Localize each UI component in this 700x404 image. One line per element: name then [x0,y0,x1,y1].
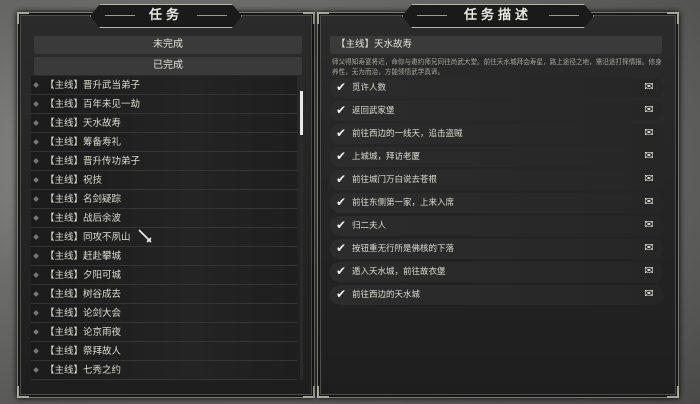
objective-label: 上城城，拜访老厦 [352,152,421,162]
quest-list-item[interactable]: 【主线】同攻不夙山 [31,228,297,247]
checkmark-icon: ✔ [335,287,347,301]
objective-label: 遁入天水城，前往故衣堡 [352,267,446,277]
quest-panel-title: 任务 [90,4,242,28]
tab-incomplete[interactable]: 未完成 [34,36,302,54]
objective-label: 前往城门万白说去苍根 [352,175,438,185]
quest-list-item[interactable]: 【主线】百年未见一劫 [31,95,297,114]
scroll-icon[interactable]: ✉ [642,241,656,255]
objective-item: ✔ 前往西边的一线天，追击盗贼 ✉ [330,124,664,144]
quest-list-item[interactable]: 【主线】祭拜故人 [31,342,297,361]
checkmark-icon: ✔ [335,172,347,186]
scroll-icon[interactable]: ✉ [642,149,656,163]
quest-list-item[interactable]: 【主线】名剑疑踪 [31,190,297,209]
objective-item: ✔ 遁入天水城，前往故衣堡 ✉ [330,262,664,282]
objective-item: ✔ 按钮重无行所是佛核的下落 ✉ [330,239,664,259]
quest-list-panel: 任务 未完成 已完成 【主线】晋升武当弟子 【主线】百年未见一劫 【主线】天水故寿【… [17,12,315,398]
objective-item: ✔ 觅许人数 ✉ [330,78,664,98]
quest-list-item[interactable]: 【主线】赶赴攀城 [31,247,297,266]
selected-quest-title: 【主线】天水故寿 [330,36,662,54]
checkmark-icon: ✔ [335,218,347,232]
objective-item: ✔ 前往城门万白说去苍根 ✉ [330,170,664,190]
quest-description-text: 师父得知寿宴将近，命你与邀约师兄同往尚武大堂。前往天水城拜会寿星，路上途径之地，… [332,58,662,76]
quest-list-item[interactable]: 【主线】天水故寿 [31,114,297,133]
objective-label: 按钮重无行所是佛核的下落 [352,244,455,254]
scroll-icon[interactable]: ✉ [642,287,656,301]
scroll-icon[interactable]: ✉ [642,103,656,117]
scroll-icon[interactable]: ✉ [642,195,656,209]
description-panel-title: 任务描述 [402,4,594,28]
objective-label: 觅许人数 [352,83,387,93]
objective-label: 前往西边的天水城 [352,290,421,300]
scroll-icon[interactable]: ✉ [642,264,656,278]
objective-label: 返回武家堡 [352,106,395,116]
checkmark-icon: ✔ [335,241,347,255]
objective-item: ✔ 返回武家堡 ✉ [330,101,664,121]
objective-item: ✔ 前往东侧第一家，上来入席 ✉ [330,193,664,213]
quest-list-item[interactable]: 【主线】筹备寿礼 [31,133,297,152]
scroll-thumb[interactable] [300,91,303,136]
objective-item: ✔ 归二夫人 ✉ [330,216,664,236]
quest-list: 【主线】晋升武当弟子 【主线】百年未见一劫 【主线】天水故寿 【主线】筹备寿礼 【主线】… [31,76,297,380]
checkmark-icon: ✔ [335,103,347,117]
objective-list: ✔ 觅许人数 ✉ ✔ 返回武家堡 ✉ ✔ 前往西边的一线天，追击盗贼 ✉ ✔ 上城城，拜访老厦 ✉ ✔ 前… [330,78,664,308]
tab-complete[interactable]: 已完成 [34,57,302,75]
objective-label: 前往西边的一线天，追击盗贼 [352,129,463,139]
scroll-icon[interactable]: ✉ [642,172,656,186]
checkmark-icon: ✔ [335,264,347,278]
scroll-icon[interactable]: ✉ [642,218,656,232]
quest-list-item[interactable]: 【主线】战后余波 [31,209,297,228]
quest-list-item[interactable]: 【主线】祝技 [31,171,297,190]
quest-list-item[interactable]: 【主线】晋升传功弟子 [31,152,297,171]
checkmark-icon: ✔ [335,149,347,163]
checkmark-icon: ✔ [335,80,347,94]
quest-list-item[interactable]: 【主线】晋升武当弟子 [31,76,297,95]
quest-list-item[interactable]: 【主线】夕阳可城 [31,266,297,285]
objective-label: 归二夫人 [352,221,387,231]
checkmark-icon: ✔ [335,195,347,209]
quest-list-item[interactable]: 【主线】七秀之约 [31,361,297,380]
scroll-icon[interactable]: ✉ [642,126,656,140]
quest-list-item[interactable]: 【主线】论剑大会 [31,304,297,323]
quest-list-item[interactable]: 【主线】论京雨夜 [31,323,297,342]
mouse-cursor-icon [138,229,152,243]
objective-item: ✔ 上城城，拜访老厦 ✉ [330,147,664,167]
quest-list-scrollbar[interactable] [300,76,303,380]
quest-list-item[interactable]: 【主线】树谷成去 [31,285,297,304]
objective-item: ✔ 前往西边的天水城 ✉ [330,285,664,305]
scroll-icon[interactable]: ✉ [642,80,656,94]
quest-description-panel: 任务描述 【主线】天水故寿 师父得知寿宴将近，命你与邀约师兄同往尚武大堂。前往天… [317,12,679,398]
objective-label: 前往东侧第一家，上来入席 [352,198,455,208]
checkmark-icon: ✔ [335,126,347,140]
